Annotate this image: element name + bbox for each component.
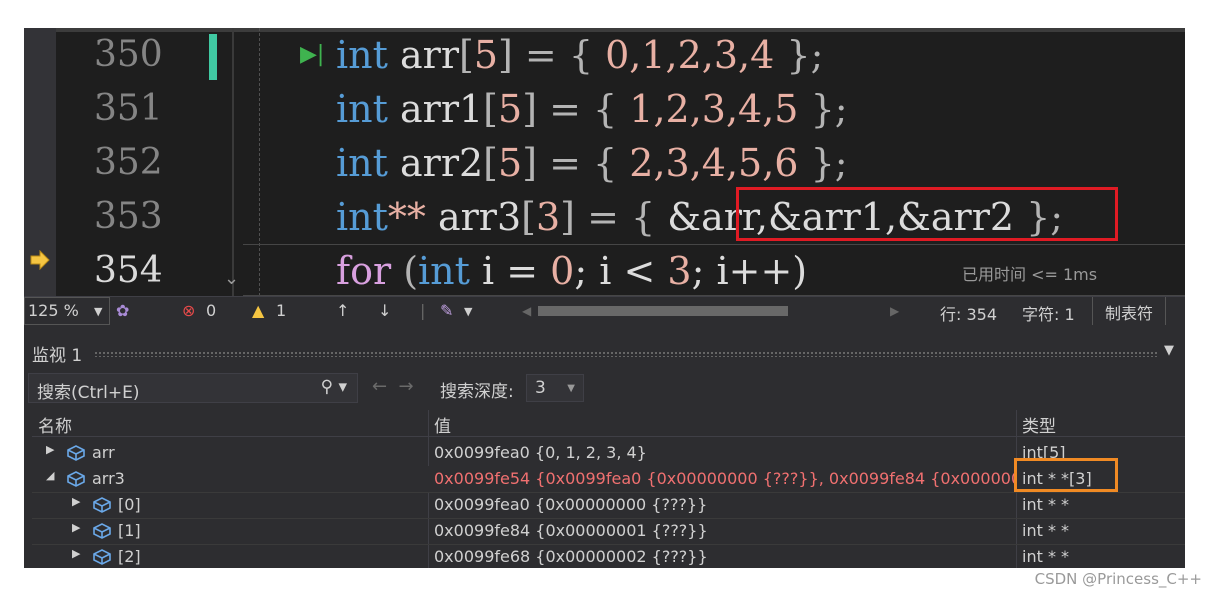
watch-search-input[interactable]: 搜索(Ctrl+E) ⚲ ▾ (28, 373, 358, 403)
annotation-orange-box (1014, 458, 1118, 492)
expand-arrow-icon[interactable]: ▶ (72, 547, 80, 560)
table-row[interactable]: ▶ [2] 0x0099fe68 {0x00000002 {???}} int … (32, 544, 1185, 568)
row-name: arr (92, 443, 115, 462)
table-row[interactable]: ▶ arr 0x0099fea0 {0, 1, 2, 3, 4} int[5] (32, 440, 1185, 467)
code-line-354[interactable]: for (int i = 0; i < 3; i++) (336, 244, 807, 296)
variable-cube-icon (67, 445, 85, 461)
expand-arrow-icon[interactable]: ▶ (46, 443, 54, 456)
watch-table-header: 名称 值 类型 (32, 410, 1185, 437)
search-icon[interactable]: ⚲ ▾ (321, 377, 347, 397)
row-name: [2] (118, 547, 141, 566)
health-icon[interactable]: ✿ (116, 301, 129, 320)
row-name: [1] (118, 521, 141, 540)
search-nav-arrows-icon[interactable]: ← → (372, 376, 414, 397)
char-indicator: 字符: 1 (1022, 305, 1075, 324)
table-row[interactable]: ▶ [1] 0x0099fe84 {0x00000001 {???}} int … (32, 518, 1185, 545)
ide-window: 350 351 352 353 354 ⌄ ▶| int arr[5] = { … (24, 28, 1185, 568)
table-row[interactable]: ▶ [0] 0x0099fea0 {0x00000000 {???}} int … (32, 492, 1185, 519)
column-type-header[interactable]: 类型 (1022, 412, 1056, 437)
search-depth-label: 搜索深度: (440, 382, 514, 402)
watch-panel-header: 监视 1 ▼ (24, 339, 1185, 366)
indicator-margin[interactable] (24, 28, 56, 296)
scroll-right-icon[interactable]: ▶ (890, 304, 899, 318)
row-value: 0x0099fea0 {0x00000000 {???}} (434, 495, 708, 514)
error-count: 0 (206, 301, 217, 320)
status-divider: | (420, 301, 426, 320)
code-line-351[interactable]: int arr1[5] = { 1,2,3,4,5 }; (336, 82, 848, 136)
warning-icon[interactable]: ▲ (252, 301, 264, 320)
chevron-down-icon: ▼ (94, 305, 103, 318)
row-type: int * * (1022, 495, 1070, 514)
search-depth-dropdown[interactable]: 3 ▼ (526, 374, 584, 402)
gutter-separator (232, 28, 234, 296)
collapse-arrow-icon[interactable]: ◢ (46, 469, 54, 482)
elapsed-time-label: 已用时间 <= 1ms (962, 265, 1098, 284)
variable-cube-icon (93, 497, 111, 513)
scroll-left-icon[interactable]: ◀ (522, 304, 531, 318)
row-value: 0x0099fe68 {0x00000002 {???}} (434, 547, 708, 566)
code-editor[interactable]: 350 351 352 353 354 ⌄ ▶| int arr[5] = { … (24, 28, 1185, 296)
variable-cube-icon (93, 523, 111, 539)
run-to-click-icon[interactable]: ▶| (300, 42, 324, 67)
annotation-red-box (736, 187, 1118, 241)
column-value-header[interactable]: 值 (434, 412, 451, 437)
row-type: int * * (1022, 521, 1070, 540)
chevron-down-icon: ▼ (567, 383, 575, 394)
expand-arrow-icon[interactable]: ▶ (72, 495, 80, 508)
error-icon[interactable]: ⊗ (182, 301, 195, 320)
watermark: CSDN @Princess_C++ (1034, 570, 1202, 588)
editor-status-bar: 125 % ▼ ✿ ⊗ 0 ▲ 1 ↑ ↓ | ✎ ▼ ◀ ▶ 行: 354 字… (24, 296, 1185, 326)
variable-cube-icon (67, 471, 85, 487)
variable-cube-icon (93, 549, 111, 565)
row-type: int * * (1022, 547, 1070, 566)
warning-count: 1 (276, 301, 287, 320)
current-statement-arrow-icon (30, 250, 50, 270)
next-issue-icon[interactable]: ↓ (378, 301, 391, 320)
row-value: 0x0099fe84 {0x00000001 {???}} (434, 521, 708, 540)
code-line-352[interactable]: int arr2[5] = { 2,3,4,5,6 }; (336, 136, 848, 190)
row-value: 0x0099fea0 {0, 1, 2, 3, 4} (434, 443, 647, 462)
previous-issue-icon[interactable]: ↑ (336, 301, 349, 320)
column-name-header[interactable]: 名称 (38, 412, 72, 437)
row-name: [0] (118, 495, 141, 514)
collapse-chevron-icon[interactable]: ⌄ (224, 268, 239, 289)
search-depth-value: 3 (535, 378, 546, 398)
horizontal-scrollbar-thumb[interactable] (538, 306, 788, 316)
search-placeholder: 搜索(Ctrl+E) (37, 383, 140, 403)
panel-grip[interactable] (94, 351, 1158, 357)
cleanup-brush-icon[interactable]: ✎ (440, 301, 453, 320)
code-line-350[interactable]: int arr[5] = { 0,1,2,3,4 }; (336, 28, 823, 82)
chevron-down-icon: ▼ (464, 305, 473, 318)
line-number: 353 (94, 196, 163, 237)
watch-panel-title[interactable]: 监视 1 (32, 341, 82, 366)
expand-arrow-icon[interactable]: ▶ (72, 521, 80, 534)
line-number: 351 (94, 88, 163, 129)
line-number: 350 (94, 34, 163, 75)
table-row[interactable]: ◢ arr3 0x0099fe54 {0x0099fea0 {0x0000000… (32, 466, 1185, 493)
zoom-level: 125 % (28, 301, 79, 320)
panel-menu-chevron-icon[interactable]: ▼ (1164, 343, 1174, 358)
line-indicator: 行: 354 (940, 305, 998, 324)
line-number-current: 354 (94, 250, 163, 291)
change-indicator (209, 34, 217, 80)
tabs-indicator[interactable]: 制表符 (1092, 297, 1167, 325)
watch-search-row: 搜索(Ctrl+E) ⚲ ▾ ← → 搜索深度: 3 ▼ (24, 371, 1185, 405)
row-name: arr3 (92, 469, 125, 488)
row-value: 0x0099fe54 {0x0099fea0 {0x00000000 {???}… (434, 469, 1014, 488)
line-number: 352 (94, 142, 163, 183)
